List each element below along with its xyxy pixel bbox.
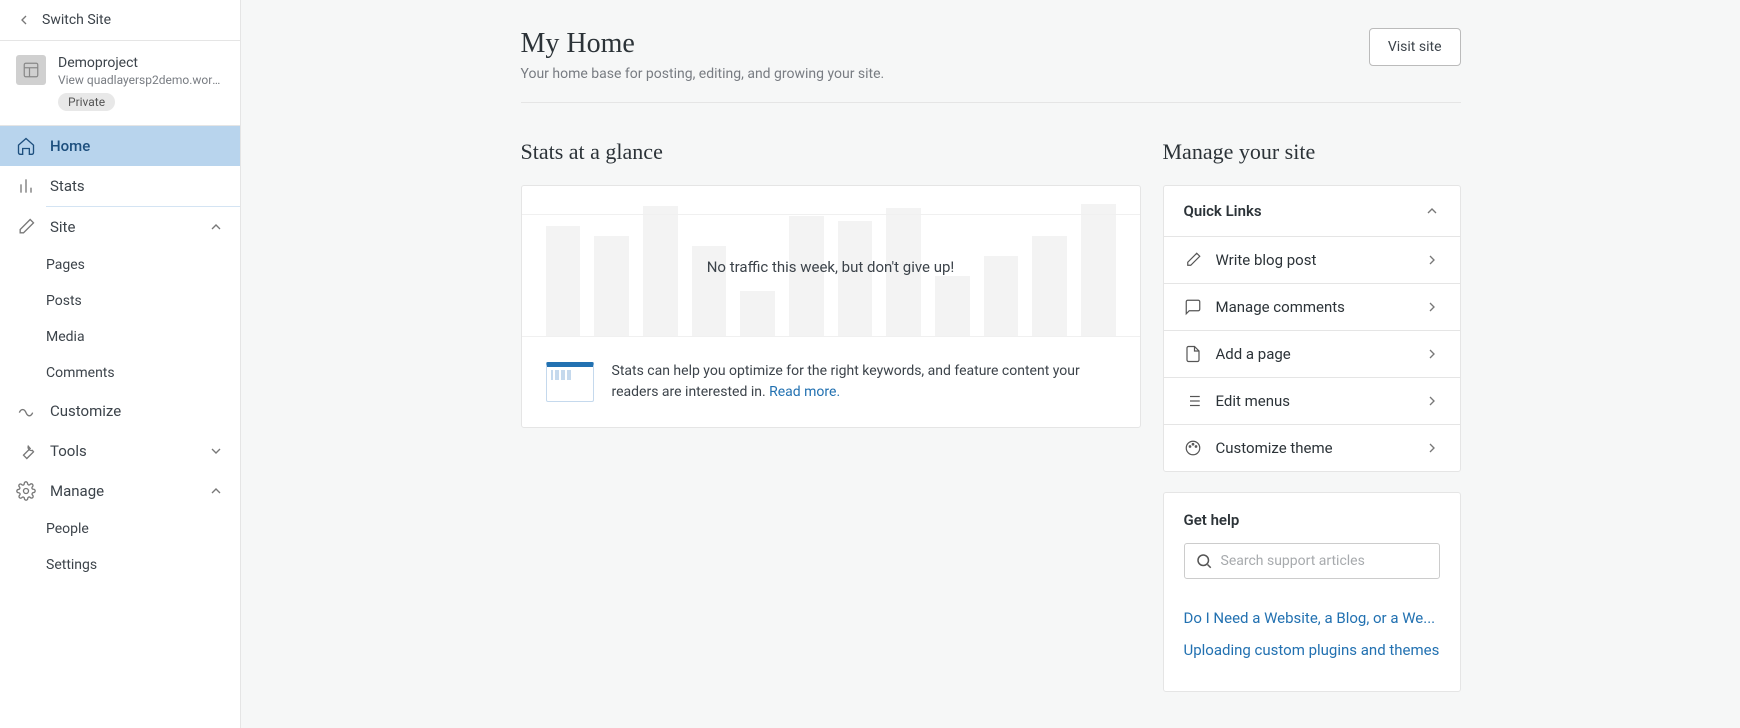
stats-icon xyxy=(16,176,36,196)
chart-bar xyxy=(789,216,824,336)
stats-card: No traffic this week, but don't give up!… xyxy=(521,185,1141,428)
visit-site-button[interactable]: Visit site xyxy=(1369,28,1461,66)
palette-icon xyxy=(1184,439,1202,457)
help-search-input[interactable] xyxy=(1221,553,1429,569)
quick-link-add-page[interactable]: Add a page xyxy=(1164,331,1460,378)
switch-site-label: Switch Site xyxy=(42,12,111,28)
quick-link-label: Customize theme xyxy=(1216,439,1410,457)
sidebar-item-comments[interactable]: Comments xyxy=(0,355,240,391)
quick-links-header[interactable]: Quick Links xyxy=(1164,186,1460,237)
nav-label-manage: Manage xyxy=(50,482,104,500)
quick-link-label: Add a page xyxy=(1216,345,1410,363)
chart-bar xyxy=(838,221,873,336)
quick-link-label: Manage comments xyxy=(1216,298,1410,316)
chart-bar xyxy=(740,291,775,336)
site-details: Demoproject View quadlayersp2demo.wordpr… xyxy=(58,55,224,111)
page-icon xyxy=(1184,345,1202,363)
sidebar-item-customize[interactable]: Customize xyxy=(0,391,240,431)
nav-label-customize: Customize xyxy=(50,402,121,420)
quick-links-card: Quick Links Write blog post Manage comme… xyxy=(1163,185,1461,472)
no-traffic-message: No traffic this week, but don't give up! xyxy=(522,258,1140,276)
quick-link-label: Write blog post xyxy=(1216,251,1410,269)
chevron-up-icon xyxy=(208,219,224,235)
sidebar-item-home[interactable]: Home xyxy=(0,126,240,166)
gear-icon xyxy=(16,481,36,501)
home-icon xyxy=(16,136,36,156)
chart-bar xyxy=(935,276,970,336)
comment-icon xyxy=(1184,298,1202,316)
sidebar-item-posts[interactable]: Posts xyxy=(0,283,240,319)
chart-bar xyxy=(1032,236,1067,336)
main-content: My Home Your home base for posting, edit… xyxy=(241,0,1740,728)
chevron-right-icon xyxy=(1424,299,1440,315)
stats-chart: No traffic this week, but don't give up! xyxy=(522,186,1140,336)
quick-link-write-post[interactable]: Write blog post xyxy=(1164,237,1460,284)
help-search[interactable] xyxy=(1184,543,1440,579)
quick-link-customize-theme[interactable]: Customize theme xyxy=(1164,425,1460,471)
read-more-link[interactable]: Read more. xyxy=(769,384,840,400)
stats-tip-text: Stats can help you optimize for the righ… xyxy=(612,361,1116,403)
search-icon xyxy=(1195,552,1213,570)
site-privacy-badge: Private xyxy=(58,93,115,111)
help-card: Get help Do I Need a Website, a Blog, or… xyxy=(1163,492,1461,692)
help-title: Get help xyxy=(1184,511,1440,529)
stats-section-title: Stats at a glance xyxy=(521,139,1141,165)
chevron-right-icon xyxy=(1424,346,1440,362)
help-article-link[interactable]: Uploading custom plugins and themes xyxy=(1184,641,1440,659)
page-title: My Home xyxy=(521,28,885,60)
site-name: Demoproject xyxy=(58,55,224,71)
switch-site-button[interactable]: Switch Site xyxy=(0,0,240,41)
help-article-link[interactable]: Do I Need a Website, a Blog, or a We... xyxy=(1184,609,1440,627)
wrench-icon xyxy=(16,441,36,461)
chevron-right-icon xyxy=(1424,252,1440,268)
sidebar-item-site[interactable]: Site xyxy=(0,207,240,247)
sidebar-item-pages[interactable]: Pages xyxy=(0,247,240,283)
chevron-right-icon xyxy=(1424,393,1440,409)
sidebar-item-settings[interactable]: Settings xyxy=(0,547,240,583)
page-subtitle: Your home base for posting, editing, and… xyxy=(521,66,885,82)
chevron-down-icon xyxy=(208,443,224,459)
chevron-right-icon xyxy=(1424,440,1440,456)
sidebar-item-stats[interactable]: Stats xyxy=(0,166,240,206)
quick-link-label: Edit menus xyxy=(1216,392,1410,410)
pencil-icon xyxy=(16,217,36,237)
nav-label-home: Home xyxy=(50,137,90,155)
customize-icon xyxy=(16,401,36,421)
quick-link-edit-menus[interactable]: Edit menus xyxy=(1164,378,1460,425)
site-thumbnail-icon xyxy=(16,55,46,85)
sidebar: Switch Site Demoproject View quadlayersp… xyxy=(0,0,241,728)
quick-link-manage-comments[interactable]: Manage comments xyxy=(1164,284,1460,331)
sidebar-item-tools[interactable]: Tools xyxy=(0,431,240,471)
manage-section-title: Manage your site xyxy=(1163,139,1461,165)
pencil-icon xyxy=(1184,251,1202,269)
stats-tip: Stats can help you optimize for the righ… xyxy=(522,336,1140,427)
chevron-left-icon xyxy=(16,12,32,28)
page-header: My Home Your home base for posting, edit… xyxy=(521,28,1461,103)
list-icon xyxy=(1184,392,1202,410)
chart-bar xyxy=(546,226,581,336)
sidebar-item-manage[interactable]: Manage xyxy=(0,471,240,511)
chart-bar xyxy=(594,236,629,336)
nav-label-site: Site xyxy=(50,218,75,236)
nav-label-tools: Tools xyxy=(50,442,87,460)
site-info[interactable]: Demoproject View quadlayersp2demo.wordpr… xyxy=(0,41,240,126)
nav-label-stats: Stats xyxy=(50,177,85,195)
quick-links-title: Quick Links xyxy=(1184,202,1262,220)
stats-tip-icon xyxy=(546,362,594,402)
chevron-up-icon xyxy=(208,483,224,499)
sidebar-item-people[interactable]: People xyxy=(0,511,240,547)
site-url: View quadlayersp2demo.wordpress... xyxy=(58,73,224,87)
sidebar-item-media[interactable]: Media xyxy=(0,319,240,355)
chevron-up-icon xyxy=(1424,203,1440,219)
